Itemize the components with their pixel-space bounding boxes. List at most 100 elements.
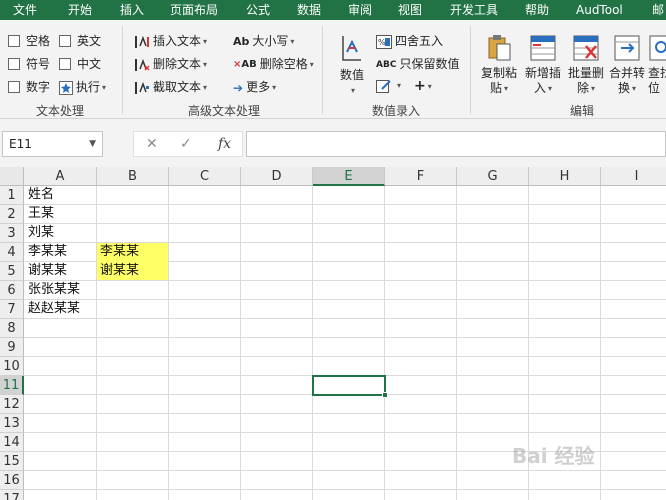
cell-a3[interactable]: 刘某 [25,224,96,242]
cell-b4[interactable]: 李某某 [97,243,168,262]
cell-a5[interactable]: 谢某某 [25,262,96,280]
column-header-a[interactable]: A [24,167,97,186]
checkbox-symbol[interactable]: 符号 [8,55,50,72]
menu-data[interactable]: 数据 [297,0,321,20]
round-button[interactable]: % 四舍五入 [376,32,443,49]
edit-dropdown-button[interactable]: ▾ [376,78,401,93]
fill-handle[interactable] [382,392,388,398]
menu-file[interactable]: 文件 [13,0,37,20]
keep-number-label: 只保留数值 [399,57,460,71]
row-header-5[interactable]: 5 [0,262,24,281]
menu-view[interactable]: 视图 [398,0,422,20]
chevron-down-icon[interactable]: ▼ [89,132,96,156]
chevron-down-icon: ▾ [102,83,107,92]
menu-page-layout[interactable]: 页面布局 [170,0,218,20]
copy-paste-button[interactable]: 复制粘贴 ▾ [478,34,520,96]
row-header-14[interactable]: 14 [0,433,24,452]
merge-convert-button[interactable]: 合并转换 ▾ [606,34,648,96]
edit-icon [376,79,391,93]
insert-new-label: 新增插 [524,66,561,80]
name-box[interactable]: E11 ▼ [2,131,103,157]
column-header-f[interactable]: F [385,167,457,186]
column-header-h[interactable]: H [529,167,601,186]
chevron-down-icon: ▾ [272,83,277,92]
checkbox-number[interactable]: 数字 [8,78,50,95]
checkbox-chinese[interactable]: 中文 [59,55,101,72]
batch-delete-icon [573,35,599,61]
gridline [24,356,666,357]
gridline [24,470,666,471]
column-header-e[interactable]: E [313,167,385,186]
row-header-4[interactable]: 4 [0,243,24,262]
group-label-advanced: 高级文本处理 [188,104,261,118]
checkbox-english[interactable]: 英文 [59,32,101,49]
number-button[interactable]: 数值 ▾ [335,34,369,98]
select-all-corner[interactable] [0,167,24,186]
gridline [24,204,666,205]
menu-help[interactable]: 帮助 [525,0,549,20]
menu-audtool[interactable]: AudTool [576,0,623,20]
menu-formulas[interactable]: 公式 [246,0,270,20]
gridline [312,186,313,500]
column-header-g[interactable]: G [457,167,529,186]
gridline [24,489,666,490]
confirm-icon[interactable]: ✓ [180,136,192,152]
row-header-3[interactable]: 3 [0,224,24,243]
insert-new-button[interactable]: 新增插入 ▾ [522,34,564,96]
column-header-d[interactable]: D [241,167,313,186]
row-header-10[interactable]: 10 [0,357,24,376]
menu-review[interactable]: 审阅 [348,0,372,20]
cell-a2[interactable]: 王某 [25,205,96,223]
chevron-down-icon: ▾ [427,82,432,91]
delete-space-icon: ×AB [233,59,257,70]
menu-developer[interactable]: 开发工具 [450,0,498,20]
delete-text-label: 删除文本 [153,57,202,71]
row-header-9[interactable]: 9 [0,338,24,357]
execute-button[interactable]: 执行 ▾ [59,78,106,95]
row-header-7[interactable]: 7 [0,300,24,319]
row-header-12[interactable]: 12 [0,395,24,414]
gridline [24,299,666,300]
insert-text-button[interactable]: 插入文本 ▾ [134,32,207,49]
row-header-6[interactable]: 6 [0,281,24,300]
delete-text-button[interactable]: 删除文本 ▾ [134,55,207,72]
find-locate-button[interactable]: 查找位 [648,34,666,96]
row-header-15[interactable]: 15 [0,452,24,471]
formula-input[interactable] [246,131,666,157]
extract-text-button[interactable]: 截取文本 ▾ [134,78,207,95]
row-header-1[interactable]: 1 [0,186,24,205]
cell-a1[interactable]: 姓名 [25,186,96,204]
cell-a4[interactable]: 李某某 [25,243,96,261]
batch-delete-button[interactable]: 批量删除 ▾ [565,34,607,96]
cell-b5[interactable]: 谢某某 [97,262,168,280]
row-header-16[interactable]: 16 [0,471,24,490]
cancel-icon[interactable]: ✕ [146,136,158,152]
extract-text-icon [135,81,149,94]
insert-text-label: 插入文本 [153,34,202,48]
keep-number-button[interactable]: ABC 只保留数值 [376,55,459,72]
row-header-2[interactable]: 2 [0,205,24,224]
cell-a7[interactable]: 赵赵某某 [25,300,96,318]
active-cell-e11[interactable] [312,375,388,398]
gridline [24,280,666,281]
checkbox-number-label: 数字 [26,80,51,94]
menu-home[interactable]: 开始 [68,0,92,20]
column-header-b[interactable]: B [97,167,169,186]
checkbox-space[interactable]: 空格 [8,32,50,49]
row-header-17[interactable]: 17 [0,490,24,500]
menu-mail[interactable]: 邮 [652,0,664,20]
row-header-8[interactable]: 8 [0,319,24,338]
cell-a6[interactable]: 张张某某 [25,281,96,299]
menu-insert[interactable]: 插入 [120,0,144,20]
delete-space-button[interactable]: ×AB 删除空格 ▾ [233,55,314,72]
row-header-11[interactable]: 11 [0,376,24,395]
column-header-c[interactable]: C [169,167,241,186]
find-locate-label: 查找 [648,66,666,80]
checkbox-space-label: 空格 [26,34,51,48]
more-button[interactable]: ➔ 更多 ▾ [233,78,276,95]
row-header-13[interactable]: 13 [0,414,24,433]
add-dropdown-button[interactable]: + ▾ [414,78,432,94]
column-header-i[interactable]: I [601,167,666,186]
case-button[interactable]: Ab 大小写 ▾ [233,32,294,49]
function-icon[interactable]: fx [218,136,231,152]
